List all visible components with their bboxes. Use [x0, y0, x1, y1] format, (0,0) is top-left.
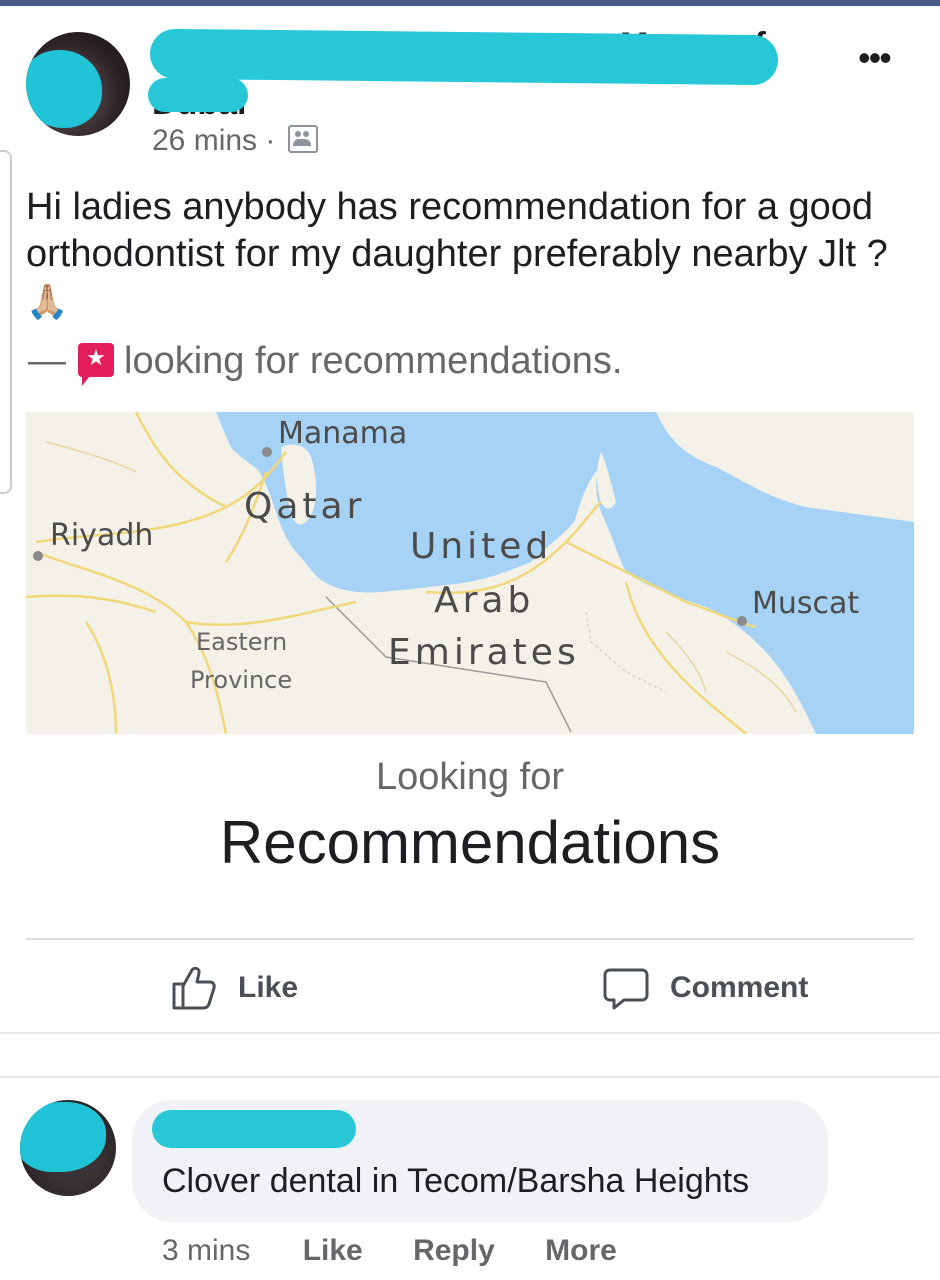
post-author-avatar[interactable]	[26, 32, 130, 136]
post-timestamp[interactable]: 26 mins ·	[152, 124, 318, 158]
author-name-redaction	[149, 28, 779, 86]
card-title: Recommendations	[219, 809, 721, 876]
map-label-manama: Manama	[278, 416, 408, 451]
post-options-button[interactable]: •••	[858, 40, 892, 76]
map-label-qatar: Qatar	[244, 486, 366, 527]
card-kicker: Looking for	[375, 756, 564, 798]
comment-bubble-icon	[603, 968, 649, 1010]
post-activity: —looking for recommendations.	[28, 340, 622, 386]
praying-hands-emoji: 🙏🏼	[26, 283, 69, 321]
divider	[0, 1032, 940, 1034]
post-body: Hi ladies anybody has recommendation for…	[26, 186, 888, 321]
comment-reply-link[interactable]: Reply	[413, 1234, 495, 1267]
divider	[26, 938, 914, 940]
map-graphic	[26, 412, 914, 734]
comment-timestamp[interactable]: 3 mins	[162, 1234, 250, 1267]
star-speech-bubble-icon	[78, 343, 114, 386]
avatar-redaction	[20, 1102, 106, 1172]
like-button[interactable]: Like	[170, 958, 298, 1018]
top-bar	[0, 0, 940, 6]
divider	[0, 1076, 940, 1078]
comment-text: Clover dental in Tecom/Barsha Heights	[162, 1162, 750, 1200]
avatar-redaction	[26, 50, 102, 128]
map-label-uae-line2: Arab	[434, 580, 535, 621]
map-label-uae-line1: United	[410, 526, 553, 567]
thumbs-up-icon	[172, 966, 216, 1010]
map-label-muscat: Muscat	[752, 586, 860, 621]
comment-meta: 3 mins Like Reply More	[162, 1234, 659, 1268]
comment-like-link[interactable]: Like	[303, 1234, 363, 1267]
commenter-name-redaction	[152, 1110, 356, 1148]
recommendations-map[interactable]: Manama Qatar Riyadh United Arab Emirates…	[26, 412, 914, 734]
map-label-eastern-line2: Province	[190, 666, 293, 694]
commenter-avatar[interactable]	[20, 1100, 116, 1196]
map-label-riyadh: Riyadh	[50, 518, 154, 553]
map-label-eastern-line1: Eastern	[196, 628, 288, 656]
map-label-uae-line3: Emirates	[388, 632, 580, 673]
comment-more-link[interactable]: More	[545, 1234, 617, 1267]
comment-button[interactable]: Comment	[602, 958, 808, 1018]
author-name-redaction-2	[148, 78, 248, 112]
left-edge-handle	[0, 150, 12, 494]
friends-icon	[287, 125, 318, 153]
